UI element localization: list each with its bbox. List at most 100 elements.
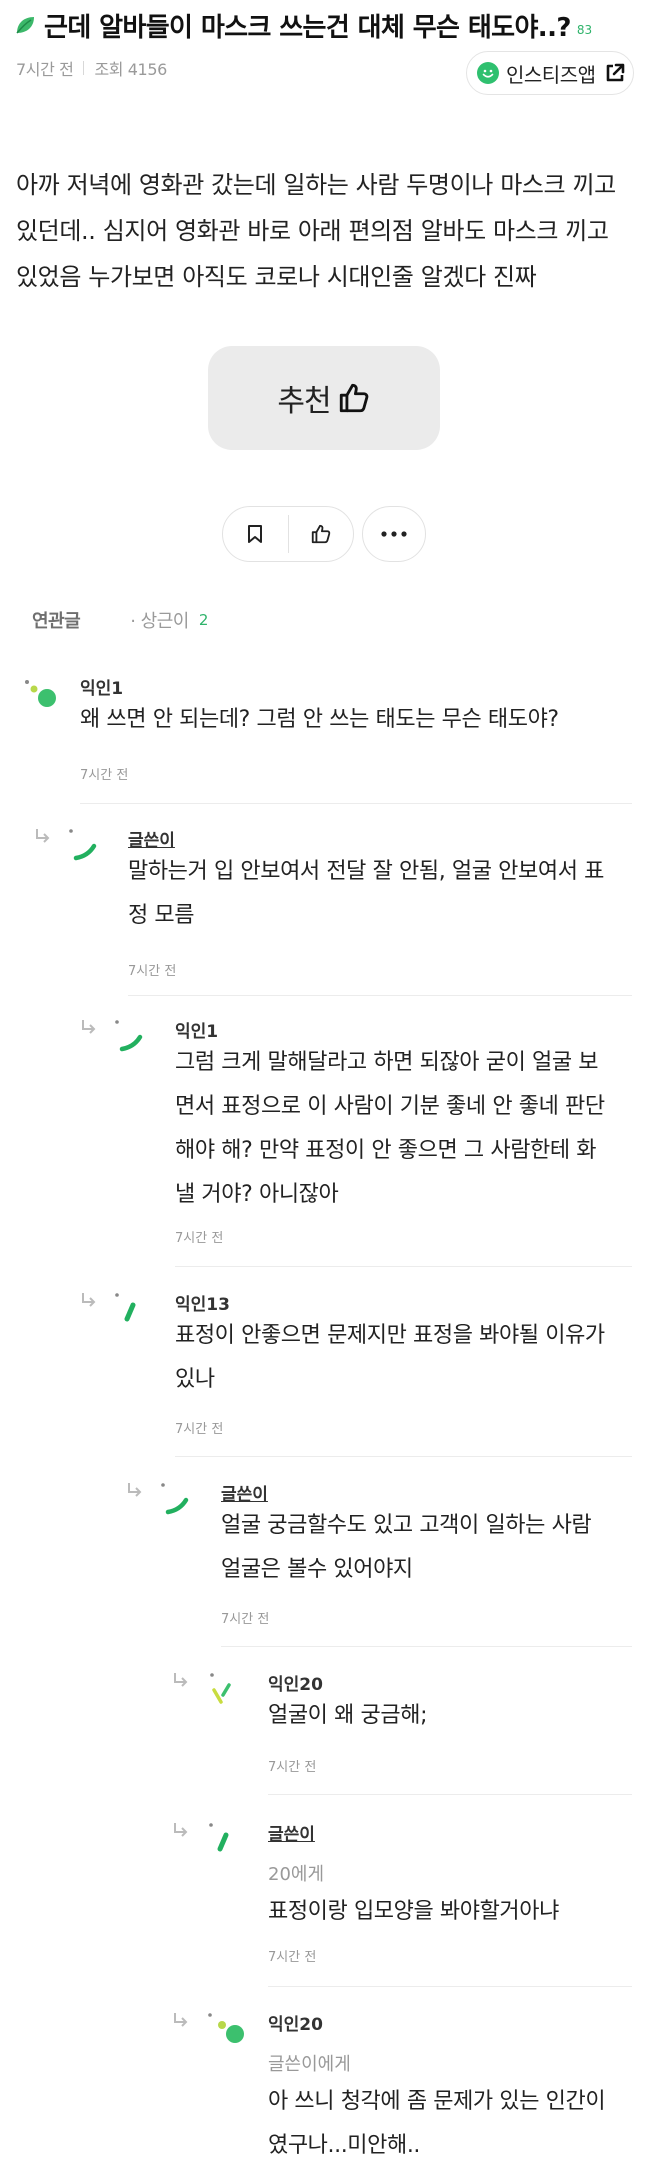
post-body-line: 아까 저녁에 영화관 갔는데 일하는 사람 두명이나 마스크 끼고	[16, 171, 616, 199]
avatar-dots-icon	[210, 1673, 231, 1704]
comment-author[interactable]: 익인20	[268, 1670, 323, 1695]
post-time: 7시간 전	[16, 60, 74, 79]
reply-arrow-icon	[82, 1020, 96, 1034]
comment-line: 낼 거야? 아니잖아	[175, 1182, 339, 1207]
post-body: 아까 저녁에 영화관 갔는데 일하는 사람 두명이나 마스크 끼고 있던데.. …	[16, 162, 636, 300]
comment-author[interactable]: 익인1	[175, 1017, 218, 1042]
avatar-dots-icon	[161, 1483, 189, 1515]
reply-arrow-icon	[174, 1823, 188, 1837]
comment-author[interactable]: 글쓴이	[221, 1480, 268, 1505]
recommend-label: 추천	[277, 384, 331, 419]
comment-text: 얼굴 궁금할수도 있고 고객이 일하는 사람 얼굴은 볼수 있어야지	[221, 1504, 631, 1592]
comment-line: 얼굴이 왜 궁금해;	[268, 1703, 428, 1728]
comment-line: 해야 해? 만약 표정이 안 좋으면 그 사람한테 화	[175, 1138, 597, 1163]
comment-time: 7시간 전	[128, 964, 177, 979]
comment-item: 글쓴이 20에게 표정이랑 입모양을 봐야할거아냐 7시간 전	[0, 1820, 560, 1970]
comment-line: 아 쓰니 청각에 좀 문제가 있는 인간이	[268, 2089, 606, 2114]
comment-time: 7시간 전	[268, 1950, 317, 1965]
comment-divider	[175, 1266, 632, 1267]
comment-count: 83	[576, 23, 593, 37]
comment-line: 그럼 크게 말해달라고 하면 되잖아 굳이 얼굴 보	[175, 1050, 599, 1075]
reply-target: 글쓴이에게	[268, 2054, 351, 2075]
comment-time: 7시간 전	[221, 1612, 270, 1627]
related-count: 2	[198, 611, 209, 629]
comment-author[interactable]: 익인20	[268, 2010, 323, 2035]
reply-arrow-icon	[174, 1673, 188, 1687]
comment-line: 얼굴은 볼수 있어야지	[221, 1557, 413, 1582]
post-meta: 7시간 전 조회 4156	[16, 56, 167, 80]
comment-item: 글쓴이 말하는거 입 안보여서 전달 잘 안됨, 얼굴 안보여서 표 정 모름 …	[0, 826, 604, 996]
external-link-icon	[606, 63, 624, 82]
more-options-button[interactable]	[362, 506, 426, 562]
avatar-dots-icon	[69, 829, 97, 861]
comment-time: 7시간 전	[175, 1231, 224, 1246]
comment-line: 였구나...미안해..	[268, 2133, 421, 2158]
comment-item: 익인1 그럼 크게 말해달라고 하면 되잖아 굳이 얼굴 보 면서 표정으로 이…	[0, 1017, 605, 1257]
comment-divider	[268, 1986, 632, 1987]
comment-item: 익인20 글쓴이에게 아 쓰니 청각에 좀 문제가 있는 인간이 였구나...미…	[0, 2010, 606, 2162]
reply-arrow-icon	[36, 829, 50, 843]
comment-text: 아 쓰니 청각에 좀 문제가 있는 인간이 였구나...미안해..	[268, 2080, 632, 2162]
avatar-dots-icon	[209, 1823, 229, 1852]
comment-item: 익인13 표정이 안좋으면 문제지만 표정을 봐야될 이유가 있나 7시간 전	[0, 1290, 605, 1450]
open-app-button[interactable]: 인스티즈앱	[466, 51, 634, 95]
comment-divider	[268, 1794, 632, 1795]
comment-author[interactable]: 익인13	[175, 1290, 230, 1315]
comment-text: 그럼 크게 말해달라고 하면 되잖아 굳이 얼굴 보 면서 표정으로 이 사람이…	[175, 1041, 630, 1217]
post-body-line: 있었음 누가보면 아직도 코로나 시대인줄 알겠다 진짜	[16, 263, 537, 291]
app-button-label: 인스티즈앱	[506, 62, 596, 87]
thumbs-up-icon	[311, 524, 331, 544]
recommend-button[interactable]: 추천	[208, 346, 440, 450]
smile-icon	[477, 62, 499, 84]
comment-line: 면서 표정으로 이 사람이 기분 좋네 안 좋네 판단	[175, 1094, 605, 1119]
thumbs-up-icon	[339, 383, 368, 413]
reply-arrow-icon	[82, 1293, 96, 1307]
comment-divider	[175, 1456, 632, 1457]
more-dots-icon	[381, 531, 407, 537]
comment-text: 얼굴이 왜 궁금해;	[268, 1694, 632, 1738]
avatar-dots-icon	[208, 2013, 244, 2043]
related-item[interactable]: · 상근이	[130, 607, 189, 633]
comment-author[interactable]: 익인1	[80, 674, 123, 699]
leaf-icon	[16, 17, 34, 34]
comment-divider	[221, 1646, 632, 1647]
avatar-dots-icon	[115, 1020, 143, 1052]
comment-divider	[128, 995, 632, 996]
comment-item: 익인20 얼굴이 왜 궁금해; 7시간 전	[0, 1670, 560, 1790]
avatar-dots-icon	[25, 680, 56, 707]
comment-line: 말하는거 입 안보여서 전달 잘 안됨, 얼굴 안보여서 표	[128, 859, 604, 884]
comment-time: 7시간 전	[80, 768, 129, 783]
reply-target: 20에게	[268, 1864, 325, 1885]
avatar-dots-icon	[115, 1293, 136, 1322]
comment-text: 표정이랑 입모양을 봐야할거아냐	[268, 1890, 632, 1934]
comment-time: 7시간 전	[268, 1760, 317, 1775]
meta-divider	[83, 61, 85, 75]
related-title: 연관글	[32, 611, 81, 632]
comment-item: 익인1 왜 쓰면 안 되는데? 그럼 안 쓰는 태도는 무슨 태도야? 7시간 …	[0, 674, 560, 804]
comment-item: 글쓴이 얼굴 궁금할수도 있고 고객이 일하는 사람 얼굴은 볼수 있어야지 7…	[0, 1480, 592, 1640]
comment-text: 말하는거 입 안보여서 전달 잘 안됨, 얼굴 안보여서 표 정 모름	[128, 850, 628, 938]
reply-arrow-icon	[174, 2013, 188, 2027]
comment-line: 표정이 안좋으면 문제지만 표정을 봐야될 이유가	[175, 1323, 605, 1348]
comment-line: 표정이랑 입모양을 봐야할거아냐	[268, 1899, 559, 1924]
comment-line: 왜 쓰면 안 되는데? 그럼 안 쓰는 태도는 무슨 태도야?	[80, 707, 559, 732]
post-title: 근데 알바들이 마스크 쓰는건 대체 무슨 태도야..?	[44, 12, 571, 43]
comment-line: 얼굴 궁금할수도 있고 고객이 일하는 사람	[221, 1513, 592, 1538]
bookmark-button[interactable]	[223, 507, 288, 561]
comment-divider	[80, 803, 632, 804]
reply-arrow-icon	[128, 1483, 142, 1497]
comment-line: 있나	[175, 1367, 215, 1392]
post-views: 조회 4156	[94, 60, 167, 79]
comment-line: 정 모름	[128, 903, 195, 928]
related-posts: 연관글 · 상근이 2	[32, 607, 208, 633]
comment-author[interactable]: 글쓴이	[128, 826, 175, 851]
comment-text: 표정이 안좋으면 문제지만 표정을 봐야될 이유가 있나	[175, 1314, 630, 1402]
comment-text: 왜 쓰면 안 되는데? 그럼 안 쓰는 태도는 무슨 태도야?	[80, 698, 620, 742]
bookmark-icon	[248, 525, 263, 543]
comment-time: 7시간 전	[175, 1422, 224, 1437]
like-button[interactable]	[289, 507, 354, 561]
comment-author[interactable]: 글쓴이	[268, 1820, 315, 1845]
post-action-group	[222, 506, 354, 562]
post-title-row: 근데 알바들이 마스크 쓰는건 대체 무슨 태도야..? 83	[14, 6, 634, 44]
post-body-line: 있던데.. 심지어 영화관 바로 아래 편의점 알바도 마스크 끼고	[16, 217, 609, 245]
